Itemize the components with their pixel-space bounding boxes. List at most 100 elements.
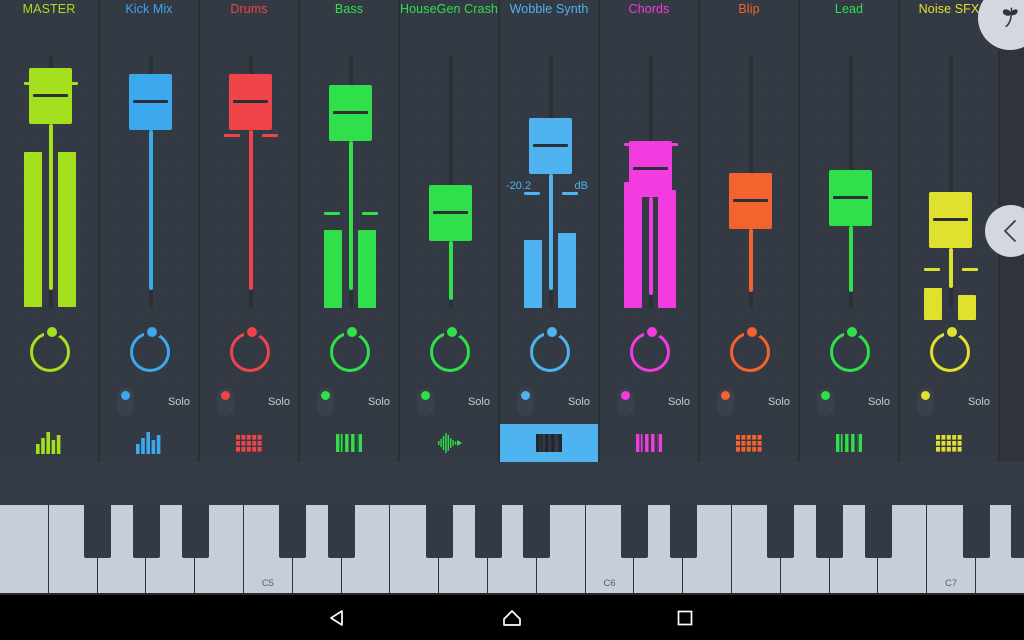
fader-stem [449,241,453,300]
drum-grid-icon [736,435,762,452]
piano-icon [636,434,662,452]
pan-knob[interactable] [730,327,770,372]
fader-handle[interactable] [529,118,572,174]
piano-black-key[interactable] [669,505,697,558]
pan-knob[interactable] [230,327,270,372]
solo-button[interactable]: Solo [668,396,690,408]
instrument-icon-cell[interactable] [0,424,98,462]
mute-toggle[interactable] [917,388,934,416]
mixer-channel-strip[interactable]: MASTER [0,0,100,462]
fader-handle[interactable] [229,74,272,130]
pan-knob[interactable] [130,327,170,372]
mute-toggle[interactable] [117,388,134,416]
fader-stem [949,248,953,288]
pan-knob[interactable] [30,327,70,372]
android-navigation-bar [0,595,1024,640]
piano-black-key[interactable] [1011,505,1024,558]
solo-button[interactable]: Solo [968,396,990,408]
mixer-channel-strip[interactable]: Lead Solo [800,0,900,462]
fader-handle[interactable] [829,170,872,226]
bars-icon [136,432,161,454]
pan-knob[interactable] [530,327,570,372]
piano-black-key[interactable] [181,505,209,558]
mute-toggle[interactable] [317,388,334,416]
mute-led [121,391,130,400]
solo-button[interactable]: Solo [168,396,190,408]
piano-black-key[interactable] [816,505,844,558]
fader-tick-left [524,192,540,195]
pan-knob[interactable] [630,327,670,372]
instrument-icon-cell[interactable] [200,424,298,462]
mute-led [321,391,330,400]
pan-knob[interactable] [330,327,370,372]
mute-toggle[interactable] [217,388,234,416]
mute-toggle[interactable] [617,388,634,416]
mixer-channel-strip[interactable]: Blip Solo [700,0,800,462]
piano-black-key[interactable] [132,505,160,558]
channel-name-label: Blip [738,2,760,16]
piano-black-key[interactable] [279,505,307,558]
channel-name-label: MASTER [22,2,76,16]
solo-button[interactable]: Solo [268,396,290,408]
fader-stem [49,124,53,290]
level-meter-right [958,295,976,320]
back-triangle-icon [330,609,343,626]
knob-indicator [647,327,657,337]
mixer-channel-strip[interactable]: Wobble Synth -20.2 dB Solo [500,0,600,462]
nav-recents-button[interactable] [640,595,730,640]
fader-handle[interactable] [929,192,972,248]
instrument-icon-cell[interactable] [800,424,898,462]
piano-black-key[interactable] [864,505,892,558]
solo-button[interactable]: Solo [468,396,490,408]
piano-black-key[interactable] [767,505,795,558]
mixer-channel-strip[interactable]: Drums Solo [200,0,300,462]
mixer-channel-strip[interactable]: Kick Mix Solo [100,0,200,462]
piano-icon [336,434,362,452]
fader-handle[interactable] [129,74,172,130]
fl-fruit-logo-icon [1002,7,1018,28]
fader-tick-left [224,134,240,137]
instrument-icon-cell[interactable] [400,424,498,462]
piano-black-key[interactable] [474,505,502,558]
fader-handle[interactable] [429,185,472,241]
mixer-channel-strip[interactable]: HouseGen Crash 05 Solo [400,0,500,462]
piano-black-key[interactable] [328,505,356,558]
instrument-icon-cell[interactable] [100,424,198,462]
instrument-icon-cell[interactable] [900,424,998,462]
solo-button[interactable]: Solo [868,396,890,408]
piano-white-key[interactable] [0,505,49,595]
fader-handle[interactable] [729,173,772,229]
mute-toggle[interactable] [817,388,834,416]
fader-handle[interactable] [329,85,372,141]
mixer-channel-strip[interactable]: Chords Solo [600,0,700,462]
mixer-panel: MASTER Kick Mix Solo Drums Solo Bass Sol… [0,0,1024,462]
piano-black-key[interactable] [620,505,648,558]
solo-button[interactable]: Solo [568,396,590,408]
nav-home-button[interactable] [467,595,557,640]
drum-grid-icon [936,435,962,452]
piano-black-key[interactable] [425,505,453,558]
solo-button[interactable]: Solo [768,396,790,408]
fader-handle[interactable] [629,141,672,197]
solo-button[interactable]: Solo [368,396,390,408]
instrument-icon-cell[interactable] [500,424,598,462]
pan-knob[interactable] [830,327,870,372]
nav-back-button[interactable] [293,595,383,640]
instrument-icon-cell[interactable] [700,424,798,462]
level-meter-left [24,152,42,307]
piano-keyboard[interactable]: C5 C6 C7 [0,505,1024,595]
piano-black-key[interactable] [84,505,112,558]
mute-toggle[interactable] [717,388,734,416]
mute-toggle[interactable] [417,388,434,416]
instrument-icon-cell[interactable] [300,424,398,462]
pan-knob[interactable] [430,327,470,372]
instrument-icon-cell[interactable] [600,424,698,462]
mute-toggle[interactable] [517,388,534,416]
level-meter-left [324,230,342,308]
pan-knob[interactable] [930,327,970,372]
mixer-channel-strip[interactable]: Bass Solo [300,0,400,462]
piano-black-key[interactable] [523,505,551,558]
fader-handle[interactable] [29,68,72,124]
mute-led [621,391,630,400]
piano-black-key[interactable] [962,505,990,558]
